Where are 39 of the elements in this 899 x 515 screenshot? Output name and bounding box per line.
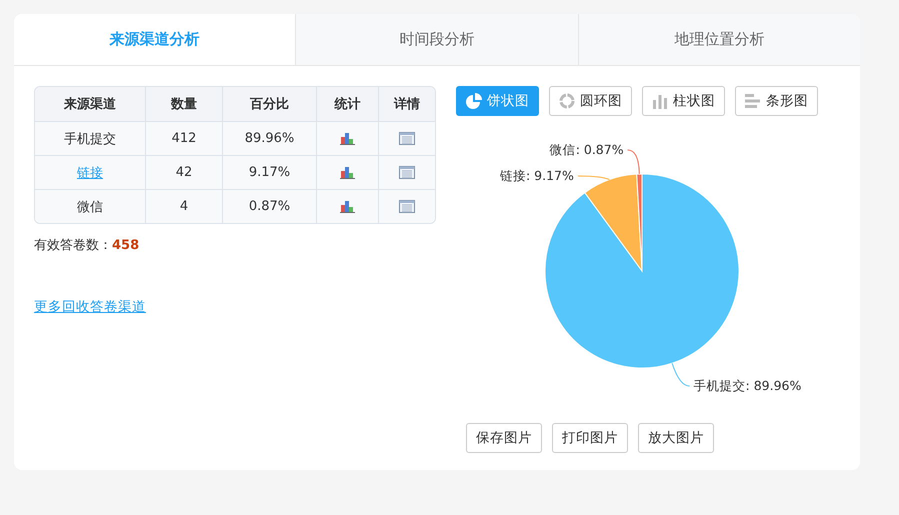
leader-line (672, 362, 690, 386)
table-cell: 4 (146, 190, 223, 223)
slice-label: 手机提交: 89.96% (694, 378, 802, 394)
tab[interactable]: 时间段分析 (295, 14, 578, 65)
table-cell: 微信 (35, 190, 146, 223)
list-icon[interactable] (399, 200, 415, 213)
leader-line (577, 176, 610, 180)
column-header: 详情 (379, 87, 435, 122)
slice-label: 链接: 9.17% (500, 168, 574, 184)
list-icon[interactable] (399, 166, 415, 179)
column-header: 来源渠道 (35, 87, 146, 122)
column-header: 百分比 (223, 87, 317, 122)
table-cell: 0.87% (223, 190, 317, 223)
table-cell: 412 (146, 122, 223, 156)
table-cell: 89.96% (223, 122, 317, 156)
total-label: 有效答卷数： (34, 238, 112, 253)
total-value: 458 (112, 238, 140, 253)
leader-line (627, 150, 640, 174)
column-header: 统计 (317, 87, 379, 122)
chart-type-button[interactable]: 柱状图 (642, 86, 725, 116)
bar-chart-icon[interactable] (340, 200, 355, 213)
pie-icon (466, 93, 482, 109)
bar-chart-icon (745, 93, 761, 109)
tab[interactable]: 地理位置分析 (578, 14, 860, 65)
bar-chart-icon[interactable] (340, 166, 355, 179)
slice-label: 微信: 0.87% (550, 142, 624, 158)
chart-type-button[interactable]: 圆环图 (549, 86, 632, 116)
column-header: 数量 (146, 87, 223, 122)
chart-type-button[interactable]: 条形图 (735, 86, 818, 116)
list-icon[interactable] (399, 132, 415, 145)
ring-icon (559, 93, 575, 109)
image-action-button[interactable]: 保存图片 (466, 423, 542, 453)
table-cell: 42 (146, 156, 223, 190)
column-chart-icon (652, 93, 668, 109)
table-cell: 手机提交 (35, 122, 146, 156)
image-action-button[interactable]: 放大图片 (638, 423, 714, 453)
table-cell: 9.17% (223, 156, 317, 190)
image-action-button[interactable]: 打印图片 (552, 423, 628, 453)
bar-chart-icon[interactable] (340, 132, 355, 145)
